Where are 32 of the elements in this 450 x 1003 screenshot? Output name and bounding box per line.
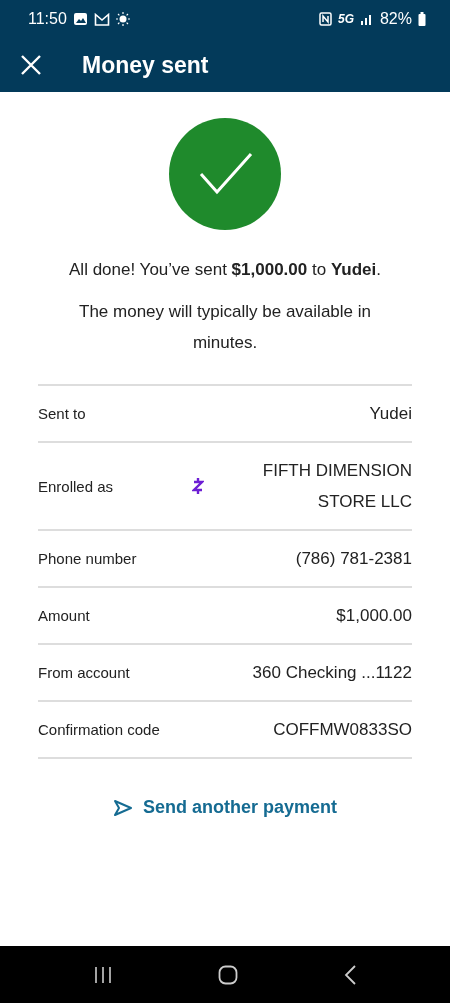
detail-value: $1,000.00: [335, 605, 412, 627]
success-check-icon: [169, 118, 281, 230]
dollar-z-icon: [192, 478, 204, 494]
battery-level: 82%: [379, 10, 412, 28]
detail-value: 360 Checking ...1122: [251, 662, 412, 684]
send-another-payment-link[interactable]: Send another payment: [112, 797, 337, 818]
close-icon[interactable]: [20, 54, 42, 76]
network-label: 5G: [337, 12, 354, 26]
detail-label: Phone number: [38, 550, 138, 567]
detail-label: Confirmation code: [38, 721, 161, 738]
detail-label: Enrolled as: [38, 477, 115, 495]
detail-value: (786) 781-2381: [294, 548, 412, 570]
screen-title: Money sent: [82, 51, 209, 79]
home-icon[interactable]: [218, 964, 238, 985]
image-icon: [72, 12, 88, 26]
detail-value: Yudei: [368, 403, 412, 425]
confirmation-message: All done! You’ve sent $1,000.00 to Yudei.: [69, 260, 381, 280]
battery-icon: [418, 12, 426, 26]
detail-value: FIFTH DIMENSION STORE LLC: [261, 460, 412, 513]
recent-apps-icon[interactable]: [92, 965, 113, 984]
back-icon[interactable]: [343, 964, 358, 985]
detail-value: COFFMW0833SO: [272, 719, 412, 741]
send-icon: [112, 798, 133, 817]
sun-icon: [115, 12, 130, 26]
detail-label: Amount: [38, 607, 91, 624]
nfc-icon: [318, 12, 332, 26]
availability-note: The money will typically be available in minutes.: [78, 301, 372, 354]
detail-label: Sent to: [38, 405, 87, 422]
status-time: 11:50: [28, 10, 67, 28]
mail-icon: [93, 12, 110, 26]
signal-icon: [359, 13, 374, 25]
detail-label: From account: [38, 664, 131, 681]
